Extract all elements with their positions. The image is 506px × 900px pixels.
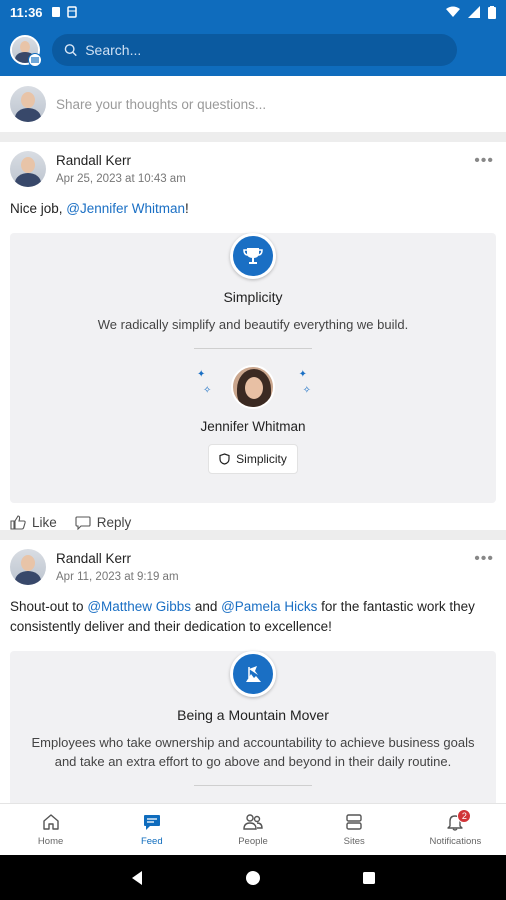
- post-header: Randall Kerr Apr 11, 2023 at 9:19 am •••: [0, 540, 506, 585]
- recents-icon[interactable]: [362, 871, 376, 885]
- home-button-icon[interactable]: [245, 870, 261, 886]
- sparkle-icon: ✦: [197, 369, 206, 380]
- post-text-part: Shout-out to: [10, 599, 88, 614]
- post-text-part: and: [191, 599, 222, 614]
- mention-link[interactable]: @Matthew Gibbs: [87, 599, 191, 614]
- status-bar: 11:36: [0, 0, 506, 24]
- feed-post: Randall Kerr Apr 11, 2023 at 9:19 am •••…: [0, 540, 506, 803]
- wifi-icon: [446, 6, 460, 17]
- sparkle-icon: ✧: [203, 385, 212, 396]
- reply-label: Reply: [96, 515, 132, 530]
- value-chip[interactable]: Simplicity: [208, 444, 298, 474]
- author-name[interactable]: Randall Kerr: [56, 551, 179, 566]
- home-icon: [42, 814, 59, 830]
- post-header: Randall Kerr Apr 25, 2023 at 10:43 am ••…: [0, 142, 506, 187]
- author-avatar[interactable]: [10, 151, 46, 187]
- more-options-icon[interactable]: •••: [474, 152, 494, 170]
- trophy-icon: [230, 233, 276, 279]
- search-icon: [64, 44, 77, 57]
- feed-icon: [143, 815, 160, 830]
- nav-home[interactable]: Home: [0, 804, 101, 855]
- thumbs-up-icon: [10, 515, 26, 530]
- author-name[interactable]: Randall Kerr: [56, 153, 186, 168]
- like-label: Like: [32, 515, 57, 530]
- praise-value-title: Simplicity: [223, 289, 283, 305]
- author-avatar[interactable]: [10, 549, 46, 585]
- shield-icon: [219, 453, 230, 465]
- post-text: Shout-out to @Matthew Gibbs and @Pamela …: [0, 585, 506, 637]
- sites-icon: [346, 814, 362, 830]
- mention-link[interactable]: @Pamela Hicks: [221, 599, 317, 614]
- app-bar: [0, 24, 506, 76]
- praise-value-title: Being a Mountain Mover: [177, 707, 329, 723]
- nav-people[interactable]: People: [202, 804, 303, 855]
- menu-badge-icon: [28, 53, 42, 67]
- mention-link[interactable]: @Jennifer Whitman: [66, 201, 185, 216]
- post-actions: Like Reply: [0, 503, 506, 530]
- praise-card[interactable]: Being a Mountain Mover Employees who tak…: [10, 651, 496, 803]
- like-button[interactable]: Like: [10, 515, 57, 530]
- divider: [194, 348, 312, 349]
- bottom-navigation: Home Feed People Sites 2 Notifications: [0, 803, 506, 855]
- reply-button[interactable]: Reply: [75, 515, 132, 530]
- search-input[interactable]: [85, 42, 445, 58]
- praise-value-description: We radically simplify and beautify every…: [97, 317, 409, 332]
- my-profile-avatar[interactable]: [10, 35, 42, 67]
- signal-icon: [468, 6, 480, 18]
- composer-placeholder[interactable]: Share your thoughts or questions...: [56, 97, 266, 112]
- post-text: Nice job, @Jennifer Whitman!: [0, 187, 506, 219]
- post-text-part: !: [185, 201, 189, 216]
- mountain-flag-icon: [230, 651, 276, 697]
- nav-label: Home: [37, 836, 64, 847]
- sparkle-icon: ✦: [298, 369, 307, 380]
- feed-post: Randall Kerr Apr 25, 2023 at 10:43 am ••…: [0, 142, 506, 530]
- nav-feed[interactable]: Feed: [101, 804, 202, 855]
- storage-icon: [66, 6, 77, 18]
- value-chip-label: Simplicity: [236, 452, 287, 466]
- nav-sites[interactable]: Sites: [304, 804, 405, 855]
- nav-label: Feed: [140, 836, 163, 847]
- back-icon[interactable]: [130, 870, 144, 886]
- praise-value-description: Employees who take ownership and account…: [31, 735, 475, 769]
- divider: [194, 785, 312, 786]
- praise-card[interactable]: Simplicity We radically simplify and bea…: [10, 233, 496, 503]
- recipient-avatar[interactable]: [231, 365, 275, 409]
- nav-notifications[interactable]: 2 Notifications: [405, 804, 506, 855]
- recipient-name[interactable]: Jennifer Whitman: [10, 419, 496, 434]
- post-composer[interactable]: Share your thoughts or questions...: [0, 76, 506, 132]
- post-text-part: Nice job,: [10, 201, 67, 216]
- notification-app-icon: [51, 7, 60, 17]
- people-icon: [243, 814, 263, 830]
- composer-avatar: [10, 86, 46, 122]
- nav-label: Sites: [343, 836, 365, 847]
- comment-icon: [75, 516, 91, 530]
- praise-recipient[interactable]: ✦ ✧ ✦ ✧: [193, 365, 313, 409]
- search-bar[interactable]: [52, 34, 457, 66]
- nav-label: People: [238, 836, 268, 847]
- battery-icon: [488, 5, 496, 19]
- notification-count-badge: 2: [457, 809, 472, 823]
- sparkle-icon: ✧: [302, 385, 311, 396]
- more-options-icon[interactable]: •••: [474, 550, 494, 568]
- nav-label: Notifications: [429, 836, 482, 847]
- post-date: Apr 11, 2023 at 9:19 am: [56, 571, 179, 583]
- post-date: Apr 25, 2023 at 10:43 am: [56, 173, 186, 185]
- system-navigation-bar: [0, 855, 506, 900]
- status-time: 11:36: [10, 4, 43, 20]
